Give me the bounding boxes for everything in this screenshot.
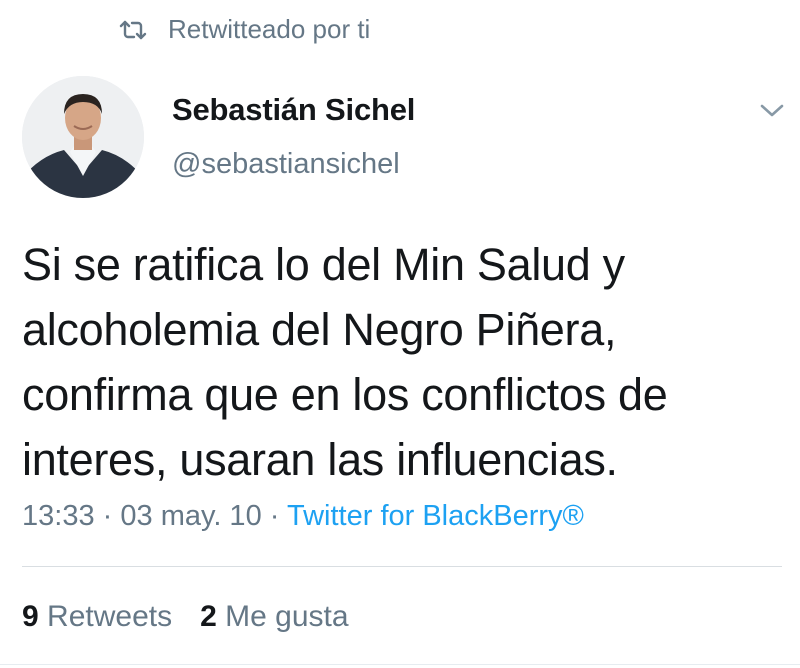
tweet-text: Si se ratifica lo del Min Salud y alcoho… (22, 232, 782, 492)
meta-separator: · (102, 500, 113, 532)
retweets-label: Retweets (47, 600, 173, 633)
chevron-down-icon[interactable] (756, 96, 788, 124)
tweet-stats: 9 Retweets 2 Me gusta (22, 600, 349, 634)
tweet-meta: 13:33 · 03 may. 10 · Twitter for BlackBe… (22, 500, 584, 533)
tweet-source-link[interactable]: Twitter for BlackBerry® (287, 500, 584, 532)
author-handle[interactable]: @sebastiansichel (172, 148, 400, 181)
tweet-time: 13:33 (22, 500, 95, 532)
likes-label: Me gusta (225, 600, 349, 633)
meta-separator: · (269, 500, 280, 532)
divider (22, 566, 782, 567)
retweets-stat[interactable]: 9 Retweets (22, 600, 172, 634)
tweet-line: alcoholemia del Negro Piñera, (22, 304, 617, 355)
retweet-context-label: Retwitteado por ti (168, 14, 371, 44)
retweets-count: 9 (22, 600, 39, 633)
retweet-context: Retwitteado por ti (118, 14, 370, 45)
divider (0, 664, 800, 665)
author-name[interactable]: Sebastián Sichel (172, 92, 415, 128)
likes-count: 2 (200, 600, 217, 633)
tweet-date: 03 may. 10 (120, 500, 262, 532)
tweet-line: confirma que en los conflictos de (22, 369, 668, 420)
retweet-icon (118, 19, 148, 41)
likes-stat[interactable]: 2 Me gusta (200, 600, 348, 634)
tweet-line: Si se ratifica lo del Min Salud y (22, 239, 625, 290)
tweet-line: interes, usaran las influencias. (22, 434, 618, 485)
avatar[interactable] (22, 76, 144, 198)
